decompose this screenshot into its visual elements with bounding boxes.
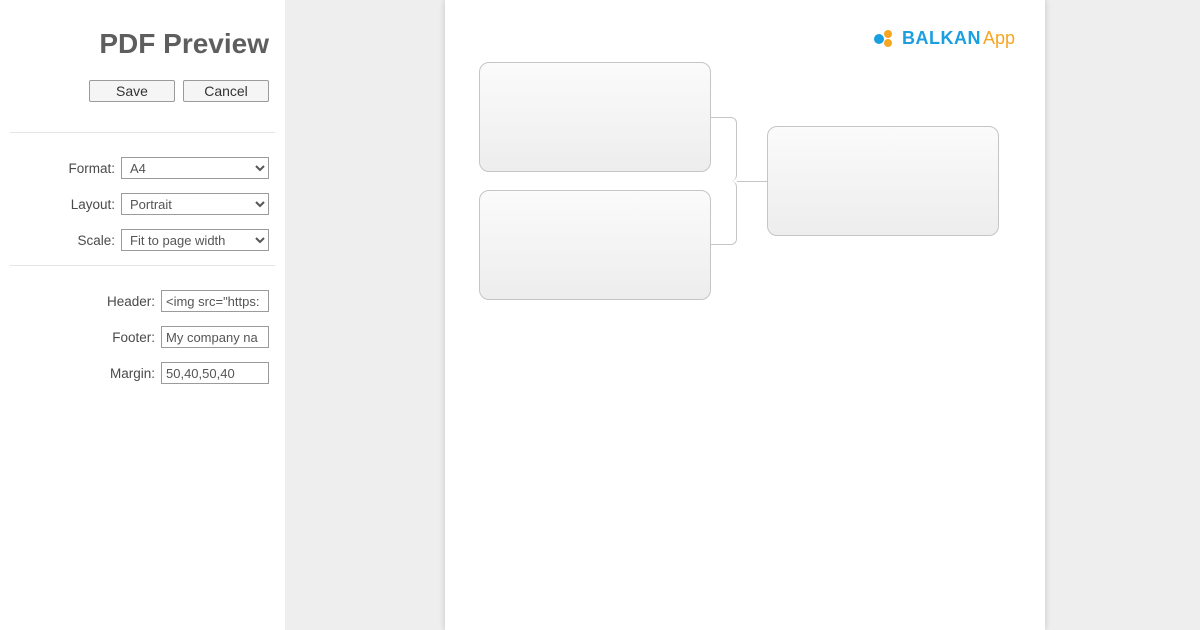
footer-row: Footer: <box>10 326 269 348</box>
save-button[interactable]: Save <box>89 80 175 102</box>
footer-label: Footer: <box>112 330 155 345</box>
chart-connector <box>737 181 767 182</box>
margin-row: Margin: <box>10 362 269 384</box>
header-row: Header: <box>10 290 269 312</box>
org-chart <box>479 62 1019 322</box>
scale-select[interactable]: Fit to page width <box>121 229 269 251</box>
format-row: Format: A4 <box>10 157 269 179</box>
margin-input[interactable] <box>161 362 269 384</box>
sidebar: PDF Preview Save Cancel Format: A4 Layou… <box>0 0 285 630</box>
cancel-button[interactable]: Cancel <box>183 80 269 102</box>
divider <box>10 132 275 133</box>
brand-name-2: App <box>983 28 1015 48</box>
chart-node <box>479 190 711 300</box>
header-label: Header: <box>107 294 155 309</box>
preview-area: BALKANApp <box>285 0 1200 630</box>
footer-input[interactable] <box>161 326 269 348</box>
scale-label: Scale: <box>77 233 115 248</box>
brand-logo: BALKANApp <box>874 28 1015 49</box>
brand-name-1: BALKAN <box>902 28 981 48</box>
scale-row: Scale: Fit to page width <box>10 229 269 251</box>
pdf-page: BALKANApp <box>445 0 1045 630</box>
margin-label: Margin: <box>110 366 155 381</box>
layout-select[interactable]: Portrait <box>121 193 269 215</box>
button-row: Save Cancel <box>10 80 269 102</box>
chart-node <box>479 62 711 172</box>
page-title: PDF Preview <box>10 28 269 60</box>
layout-label: Layout: <box>71 197 115 212</box>
chart-connector <box>711 181 737 245</box>
chart-connector <box>711 117 737 181</box>
chart-node <box>767 126 999 236</box>
format-label: Format: <box>68 161 115 176</box>
brand-icon <box>874 30 896 48</box>
divider-2 <box>10 265 275 266</box>
header-input[interactable] <box>161 290 269 312</box>
format-select[interactable]: A4 <box>121 157 269 179</box>
layout-row: Layout: Portrait <box>10 193 269 215</box>
